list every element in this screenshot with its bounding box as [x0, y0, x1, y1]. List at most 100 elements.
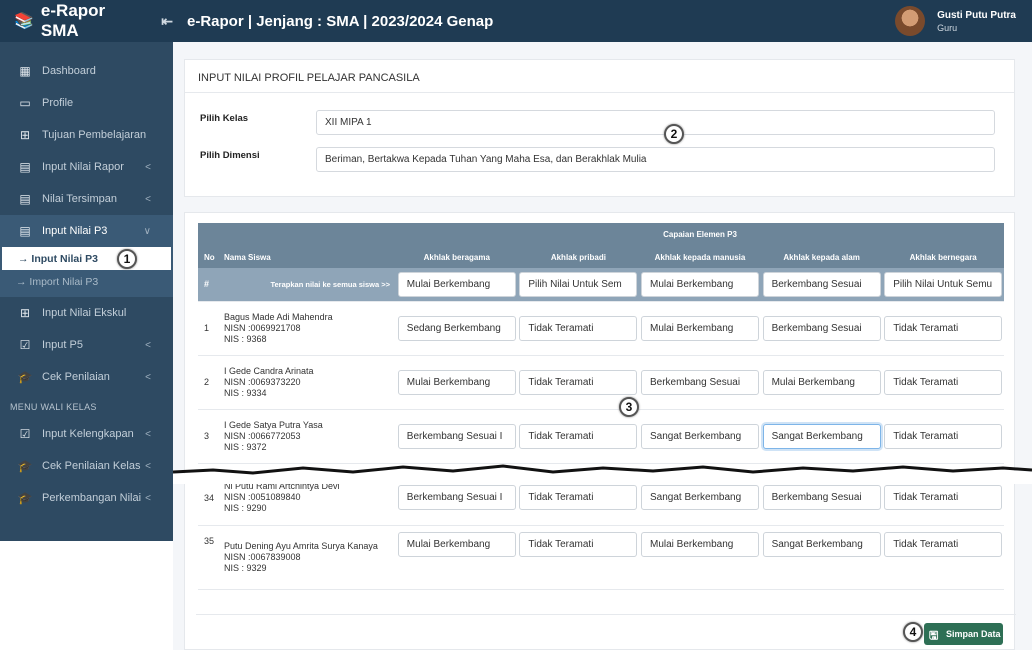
table-card: Capaian Elemen P3 No Nama Siswa Akhlak b…: [184, 212, 1015, 650]
dimensi-label: Pilih Dimensi: [200, 150, 260, 161]
brand-name: e-Rapor SMA: [40, 1, 106, 40]
sidebar-item-label: Perkembangan Nilai: [42, 492, 142, 504]
sub-item-label: → Import Nilai P3: [16, 275, 99, 288]
chevron-left-icon: <: [145, 428, 151, 440]
grade-select[interactable]: Tidak Teramati: [519, 369, 638, 395]
sidebar-item-input-nilai-p3[interactable]: ▤ Input Nilai P3 ∨: [0, 215, 173, 247]
grade-select[interactable]: Mulai Berkembang: [397, 369, 516, 395]
apply-select[interactable]: Berkembang Sesuai: [762, 271, 881, 297]
apply-select[interactable]: Pilih Nilai Untuk Sem: [519, 271, 638, 297]
grade-select[interactable]: Sangat Berkembang: [640, 423, 759, 449]
grade-select[interactable]: Tidak Teramati: [519, 423, 638, 449]
col-akhlak-manusia: Akhlak kepada manusia: [639, 246, 761, 268]
sidebar-item-perkembangan[interactable]: 🎓 Perkembangan Nilai <: [0, 482, 173, 514]
sidebar-item-dashboard[interactable]: ▦ Dashboard: [0, 55, 173, 87]
sidebar-item-kelengkapan[interactable]: ☑ Input Kelengkapan <: [0, 418, 173, 450]
torn-divider: [173, 464, 1032, 484]
grade-select[interactable]: Berkembang Sesuai: [640, 369, 759, 395]
table-row: 3 I Gede Satya Putra Yasa NISN :006677205…: [198, 409, 1004, 464]
save-button[interactable]: 🖫 Simpan Data: [924, 623, 1003, 645]
student-nisn: NISN :0069373220: [224, 376, 301, 387]
grade-select[interactable]: Tidak Teramati: [884, 369, 1003, 395]
filter-card: INPUT NILAI PROFIL PELAJAR PANCASILA Pil…: [184, 59, 1015, 197]
grade-select[interactable]: Mulai Berkembang: [640, 531, 759, 557]
callout-badge: 1: [117, 249, 137, 269]
grade-select[interactable]: Sangat Berkembang: [640, 485, 759, 511]
student-nis: NIS : 9329: [224, 562, 267, 573]
dashboard-icon: ▦: [19, 64, 31, 78]
apply-select[interactable]: Mulai Berkembang: [640, 271, 759, 297]
student-name: I Gede Candra Arinata: [224, 365, 314, 376]
user-name: Gusti Putu Putra: [937, 9, 1016, 21]
col-no: No: [198, 246, 220, 268]
sidebar-item-ekskul[interactable]: ⊞ Input Nilai Ekskul: [0, 297, 173, 329]
student-name: Bagus Made Adi Mahendra: [224, 311, 333, 322]
grade-select[interactable]: Mulai Berkembang: [397, 531, 516, 557]
sidebar-collapse-icon[interactable]: ⇤: [161, 13, 173, 30]
grade-select[interactable]: Tidak Teramati: [519, 315, 638, 341]
student-name: Putu Dening Ayu Amrita Surya Kanaya: [224, 540, 378, 551]
apply-select[interactable]: Mulai Berkembang: [397, 271, 516, 297]
callout-badge: 4: [903, 622, 923, 642]
col-akhlak-alam: Akhlak kepada alam: [760, 246, 883, 268]
apply-hash: #: [198, 268, 220, 302]
col-akhlak-pribadi: Akhlak pribadi: [517, 246, 640, 268]
user-menu[interactable]: Gusti Putu Putra Guru: [895, 6, 1016, 36]
grade-select[interactable]: Mulai Berkembang: [762, 369, 881, 395]
student-info: I Gede Satya Putra Yasa NISN :0066772053 N…: [220, 409, 396, 464]
grade-select[interactable]: Tidak Teramati: [519, 485, 638, 511]
row-no: 35: [198, 525, 220, 590]
sidebar-item-label: Cek Penilaian: [42, 371, 110, 383]
sidebar-item-label: Tujuan Pembelajaran: [42, 129, 147, 141]
header-blank: [198, 223, 396, 246]
grade-select[interactable]: Mulai Berkembang: [640, 315, 759, 341]
check-square-icon: ☑: [19, 338, 31, 352]
main-content: INPUT NILAI PROFIL PELAJAR PANCASILA Pil…: [173, 42, 1032, 650]
brand[interactable]: 📚 e-Rapor SMA ⇤: [0, 0, 173, 42]
student-nisn: NISN :0067839008: [224, 551, 301, 562]
student-info: I Gede Candra Arinata NISN :0069373220 NIS…: [220, 355, 396, 410]
sidebar-item-label: Nilai Tersimpan: [42, 193, 117, 205]
grade-select[interactable]: Tidak Teramati: [884, 423, 1003, 449]
grade-select[interactable]: Sangat Berkembang: [762, 423, 881, 449]
student-nis: NIS : 9372: [224, 441, 267, 452]
grade-select[interactable]: Tidak Teramati: [884, 485, 1003, 511]
check-square-icon: ☑: [19, 427, 31, 441]
grade-select[interactable]: Berkembang Sesuai I: [397, 423, 516, 449]
form-icon: ▤: [19, 224, 31, 238]
sidebar-item-nilai-tersimpan[interactable]: ▤ Nilai Tersimpan <: [0, 183, 173, 215]
sidebar-item-cek-penilaian-kelas[interactable]: 🎓 Cek Penilaian Kelas <: [0, 450, 173, 482]
grade-select[interactable]: Berkembang Sesuai I: [397, 485, 516, 511]
grade-select[interactable]: Berkembang Sesuai: [762, 485, 881, 511]
table-row: 35 Putu Dening Ayu Amrita Surya Kanaya NI…: [198, 525, 1004, 590]
grade-select[interactable]: Tidak Teramati: [884, 531, 1003, 557]
dimensi-select[interactable]: Beriman, Bertakwa Kepada Tuhan Yang Maha…: [316, 147, 995, 172]
grade-select[interactable]: Berkembang Sesuai: [762, 315, 881, 341]
grade-select[interactable]: Tidak Teramati: [519, 531, 638, 557]
form-icon: ▤: [19, 160, 31, 174]
grade-select[interactable]: Tidak Teramati: [884, 315, 1003, 341]
avatar: [895, 6, 926, 36]
sub-item-input-nilai-p3[interactable]: → Input Nilai P3: [2, 247, 171, 270]
student-nis: NIS : 9290: [224, 503, 267, 514]
sub-item-import-nilai-p3[interactable]: → Import Nilai P3: [0, 270, 173, 293]
grade-select[interactable]: Sedang Berkembang: [397, 315, 516, 341]
chevron-left-icon: <: [145, 339, 151, 351]
chevron-left-icon: <: [145, 460, 151, 472]
footer-divider: [196, 614, 1016, 615]
sidebar-item-input-nilai-rapor[interactable]: ▤ Input Nilai Rapor <: [0, 151, 173, 183]
kelas-select[interactable]: XII MIPA 1: [316, 110, 995, 135]
grade-select[interactable]: Sangat Berkembang: [762, 531, 881, 557]
sidebar-item-cek-penilaian[interactable]: 🎓 Cek Penilaian <: [0, 361, 173, 393]
sidebar-item-profile[interactable]: ▭ Profile: [0, 87, 173, 119]
chevron-down-icon: ∨: [143, 225, 151, 237]
sidebar-item-p5[interactable]: ☑ Input P5 <: [0, 329, 173, 361]
student-nisn: NISN :0069921708: [224, 322, 301, 333]
form-icon: ▤: [19, 192, 31, 206]
sidebar-item-tujuan[interactable]: ⊞ Tujuan Pembelajaran: [0, 119, 173, 151]
sidebar-item-label: Dashboard: [42, 65, 96, 77]
sidebar-item-label: Input Nilai P3: [42, 225, 108, 237]
apply-select[interactable]: Pilih Nilai Untuk Semu: [884, 271, 1003, 297]
row-no: 3: [198, 409, 220, 464]
submenu-p3: → Input Nilai P3 → Import Nilai P3: [0, 247, 173, 297]
